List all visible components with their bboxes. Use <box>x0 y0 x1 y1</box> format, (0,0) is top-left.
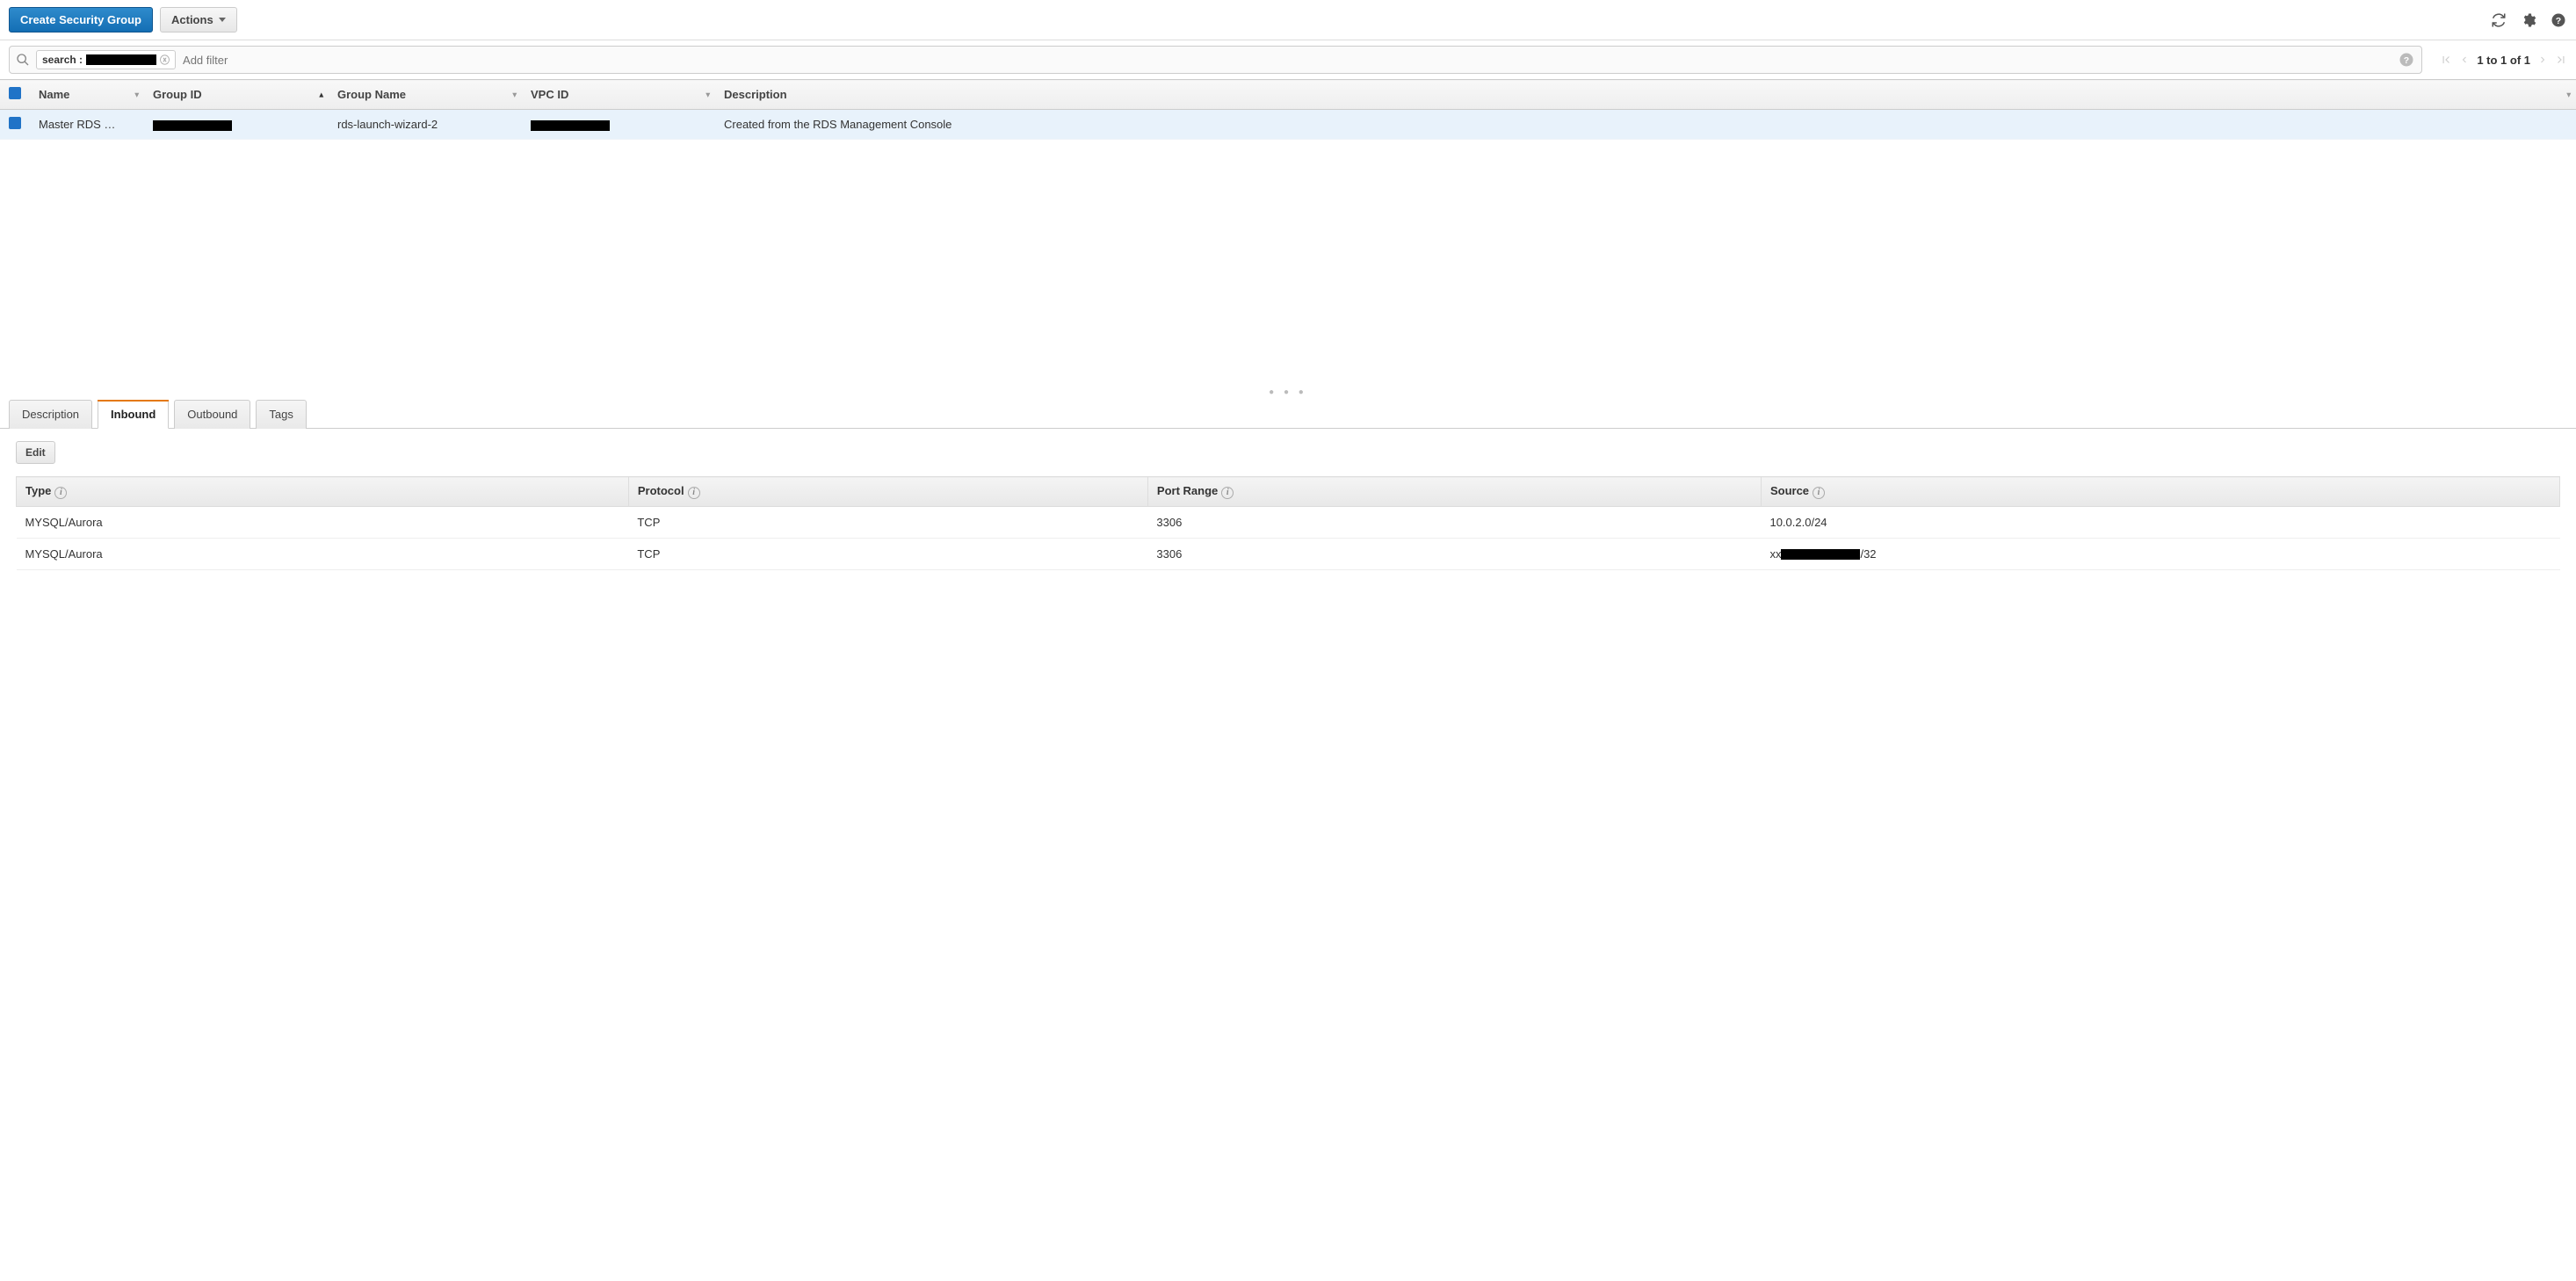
filter-chip-value-redacted <box>86 54 156 65</box>
pagination-text: 1 to 1 of 1 <box>2477 54 2530 67</box>
chevron-down-icon <box>219 18 226 22</box>
security-groups-table-wrap: Name▾ Group ID▴ Group Name▾ VPC ID▾ Desc… <box>0 79 2576 140</box>
filter-row: search : ⓧ ? 1 to 1 of 1 <box>0 40 2576 79</box>
cell-rule-type: MYSQL/Aurora <box>17 506 629 538</box>
filter-help-icon[interactable]: ? <box>2399 52 2414 68</box>
filter-chip[interactable]: search : ⓧ <box>36 50 176 69</box>
sort-icon[interactable]: ▾ <box>2566 90 2571 99</box>
col-port-range: Port Rangei <box>1147 477 1761 507</box>
cell-rule-type: MYSQL/Aurora <box>17 538 629 569</box>
split-handle[interactable]: ● ● ● <box>0 386 2576 399</box>
col-source: Sourcei <box>1761 477 2559 507</box>
select-all-checkbox[interactable] <box>9 87 21 99</box>
create-security-group-button[interactable]: Create Security Group <box>9 7 153 33</box>
col-vpc-id[interactable]: VPC ID▾ <box>522 80 715 110</box>
main-toolbar: Create Security Group Actions ? <box>0 0 2576 40</box>
rule-row: MYSQL/AuroraTCP3306xx/32 <box>17 538 2560 569</box>
row-checkbox[interactable] <box>9 117 21 129</box>
tab-tags[interactable]: Tags <box>256 400 306 429</box>
help-icon[interactable]: ? <box>2550 11 2567 29</box>
info-icon[interactable]: i <box>54 487 67 499</box>
table-row[interactable]: Master RDS … rds-launch-wizard-2 Created f… <box>0 110 2576 140</box>
cell-rule-port-range: 3306 <box>1147 506 1761 538</box>
table-header-row: Name▾ Group ID▴ Group Name▾ VPC ID▾ Desc… <box>0 80 2576 110</box>
sort-asc-icon[interactable]: ▴ <box>319 90 323 99</box>
rule-row: MYSQL/AuroraTCP330610.0.2.0/24 <box>17 506 2560 538</box>
actions-button[interactable]: Actions <box>160 7 237 33</box>
tab-inbound[interactable]: Inbound <box>98 400 169 429</box>
cell-rule-port-range: 3306 <box>1147 538 1761 569</box>
col-group-id[interactable]: Group ID▴ <box>144 80 329 110</box>
cell-rule-source: xx/32 <box>1761 538 2559 569</box>
col-type: Typei <box>17 477 629 507</box>
cell-vpc-id <box>522 110 715 140</box>
cell-group-id <box>144 110 329 140</box>
security-groups-table: Name▾ Group ID▴ Group Name▾ VPC ID▾ Desc… <box>0 79 2576 140</box>
filter-chip-close-icon[interactable]: ⓧ <box>160 53 170 67</box>
col-name[interactable]: Name▾ <box>30 80 144 110</box>
cell-name: Master RDS … <box>30 110 144 140</box>
sort-icon[interactable]: ▾ <box>512 90 517 99</box>
col-protocol: Protocoli <box>628 477 1147 507</box>
page-first-icon[interactable] <box>2440 54 2452 66</box>
info-icon[interactable]: i <box>688 487 700 499</box>
page-prev-icon[interactable] <box>2459 54 2470 66</box>
page-last-icon[interactable] <box>2555 54 2567 66</box>
rules-header-row: Typei Protocoli Port Rangei Sourcei <box>17 477 2560 507</box>
cell-rule-source: 10.0.2.0/24 <box>1761 506 2559 538</box>
col-checkbox[interactable] <box>0 80 30 110</box>
svg-text:?: ? <box>2404 55 2409 66</box>
col-description[interactable]: Description▾ <box>715 80 2576 110</box>
sort-icon[interactable]: ▾ <box>706 90 710 99</box>
cell-group-name: rds-launch-wizard-2 <box>329 110 522 140</box>
cell-rule-protocol: TCP <box>628 506 1147 538</box>
toolbar-right-icons: ? <box>2490 11 2567 29</box>
col-group-name[interactable]: Group Name▾ <box>329 80 522 110</box>
detail-body: Edit Typei Protocoli Port Rangei Sourcei… <box>0 429 2576 583</box>
tab-outbound[interactable]: Outbound <box>174 400 250 429</box>
inbound-rules-table: Typei Protocoli Port Rangei Sourcei MYSQ… <box>16 476 2560 570</box>
actions-label: Actions <box>171 13 213 26</box>
tab-description[interactable]: Description <box>9 400 92 429</box>
detail-tabs: Description Inbound Outbound Tags <box>0 399 2576 429</box>
filter-input[interactable] <box>181 52 2416 69</box>
filter-bar[interactable]: search : ⓧ ? <box>9 46 2422 74</box>
sort-icon[interactable]: ▾ <box>134 90 139 99</box>
edit-button[interactable]: Edit <box>16 441 55 464</box>
filter-chip-label: search : <box>42 54 83 66</box>
refresh-icon[interactable] <box>2490 11 2507 29</box>
svg-text:?: ? <box>2556 15 2561 25</box>
info-icon[interactable]: i <box>1813 487 1825 499</box>
search-icon <box>15 52 31 68</box>
cell-description: Created from the RDS Management Console <box>715 110 2576 140</box>
cell-rule-protocol: TCP <box>628 538 1147 569</box>
page-next-icon[interactable] <box>2537 54 2548 66</box>
info-icon[interactable]: i <box>1221 487 1234 499</box>
gear-icon[interactable] <box>2520 11 2537 29</box>
pagination: 1 to 1 of 1 <box>2440 54 2576 67</box>
